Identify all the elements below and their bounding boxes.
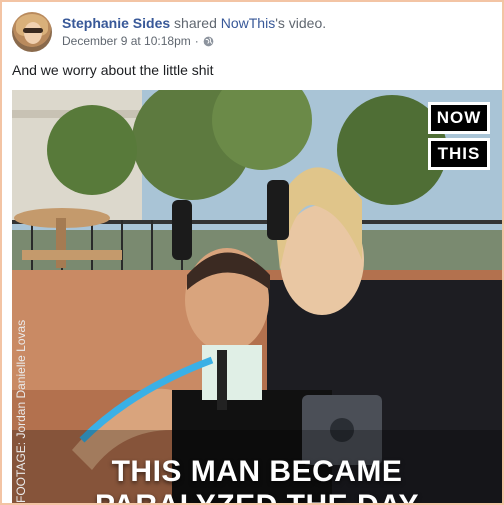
- video-player[interactable]: NOW THIS FOOTAGE: Jordan Danielle Lovas …: [12, 90, 502, 503]
- logo-now: NOW: [428, 102, 490, 134]
- author-avatar[interactable]: [12, 12, 52, 52]
- action-text: shared: [170, 15, 221, 31]
- caption-line-2: PARALYZED THE DAY: [12, 489, 502, 503]
- post-status-text: And we worry about the little shit: [12, 62, 214, 78]
- post-meta: December 9 at 10:18pm ·: [62, 34, 214, 48]
- nowthis-logo: NOW THIS: [428, 102, 490, 174]
- meta-separator: ·: [194, 34, 199, 48]
- headline-suffix: 's video.: [275, 15, 327, 31]
- author-name-link[interactable]: Stephanie Sides: [62, 15, 170, 31]
- post-card: Stephanie Sides shared NowThis's video. …: [2, 2, 502, 503]
- logo-this: THIS: [428, 138, 490, 170]
- video-caption: THIS MAN BECAME PARALYZED THE DAY: [12, 455, 502, 503]
- shared-page-link[interactable]: NowThis: [221, 15, 275, 31]
- post-header: Stephanie Sides shared NowThis's video. …: [12, 12, 492, 56]
- globe-icon[interactable]: [203, 36, 214, 47]
- post-timestamp[interactable]: December 9 at 10:18pm: [62, 34, 191, 48]
- caption-line-1: THIS MAN BECAME: [111, 455, 403, 488]
- post-headline: Stephanie Sides shared NowThis's video.: [62, 15, 326, 31]
